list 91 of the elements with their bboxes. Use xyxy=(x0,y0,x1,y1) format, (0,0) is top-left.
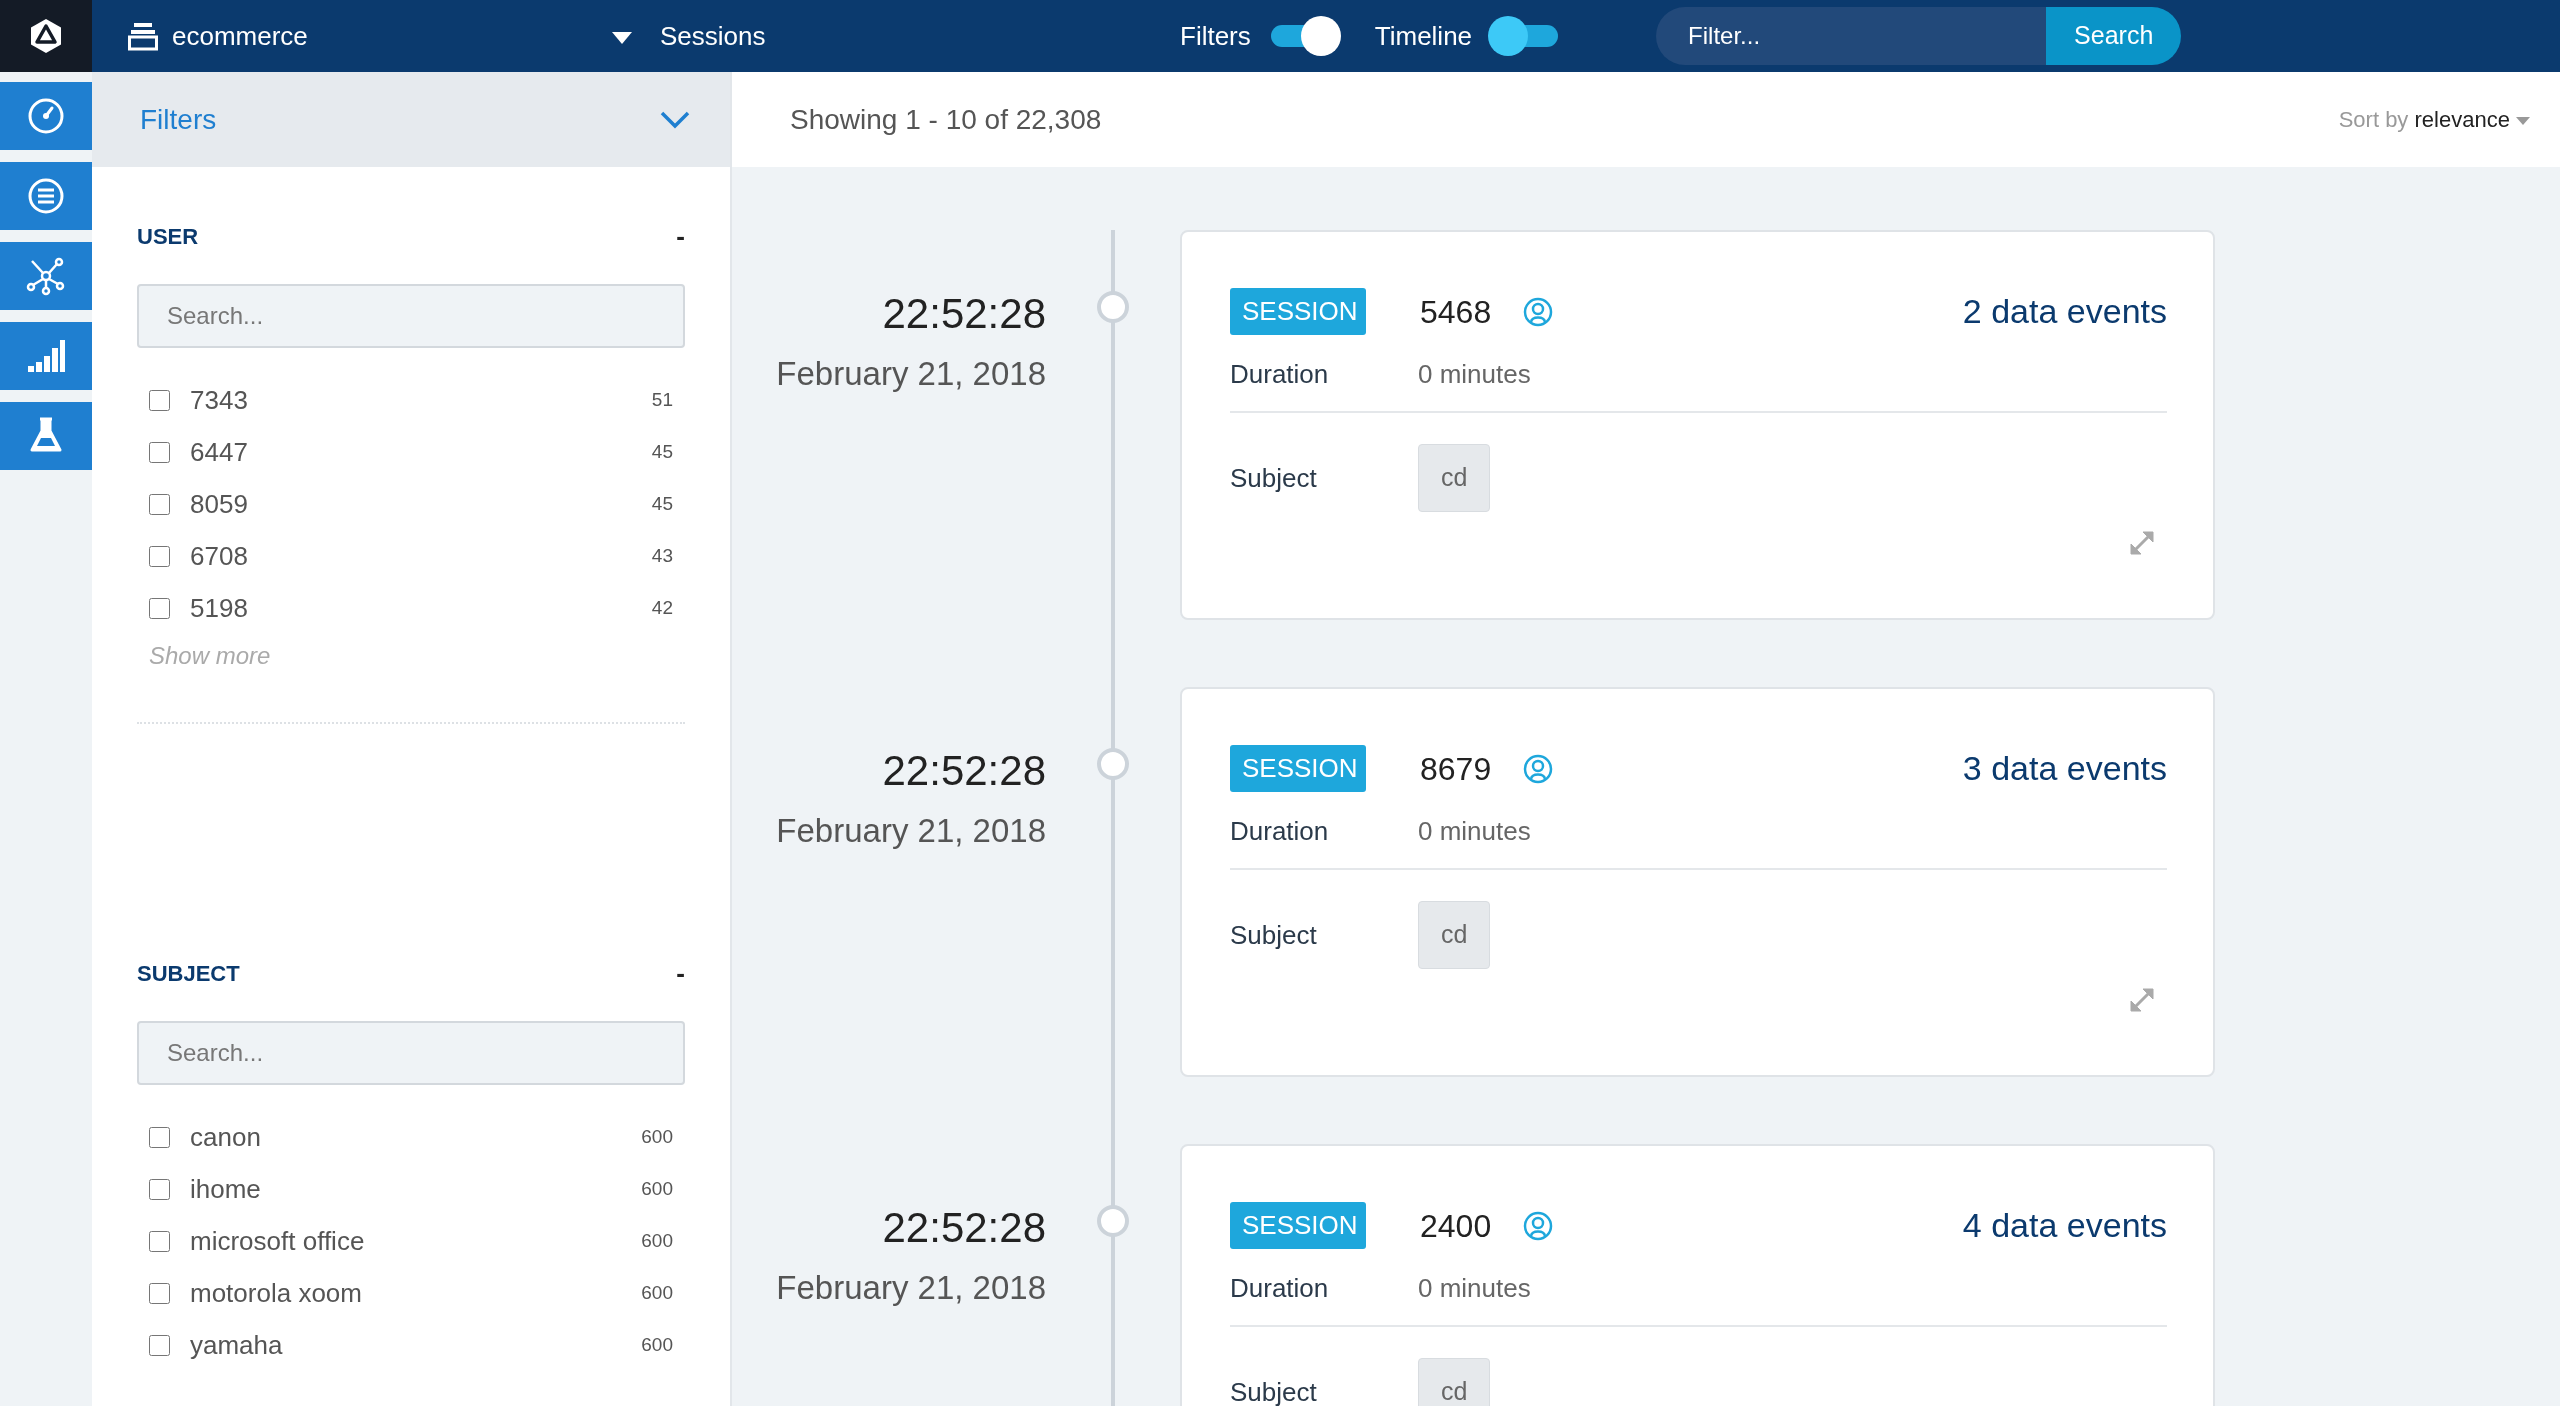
filter-label: 7343 xyxy=(190,383,248,417)
filter-label: ihome xyxy=(190,1172,261,1206)
subject-tag: cd xyxy=(1418,444,1491,512)
session-date: February 21, 2018 xyxy=(775,1268,1046,1308)
filter-label: 6708 xyxy=(190,539,248,573)
group-title: SUBJECT xyxy=(137,960,240,988)
user-icon[interactable] xyxy=(1523,296,1554,327)
user-icon[interactable] xyxy=(1523,1210,1554,1241)
checkbox[interactable] xyxy=(149,1230,170,1252)
filter-label: 5198 xyxy=(190,591,248,625)
filter-label: canon xyxy=(190,1120,261,1154)
collapse-toggle[interactable]: - xyxy=(676,954,685,993)
filter-count: 51 xyxy=(651,387,673,412)
rail-tab[interactable] xyxy=(0,82,92,150)
subject-tag: cd xyxy=(1418,1358,1491,1406)
checkbox[interactable] xyxy=(149,389,170,411)
rail-tab[interactable] xyxy=(0,242,92,310)
filters-title: Filters xyxy=(140,102,217,137)
sort-dropdown[interactable]: Sort by relevance xyxy=(2338,103,2530,136)
expand-icon[interactable] xyxy=(2127,528,2157,558)
session-time: 22:52:28 xyxy=(881,746,1046,796)
checkbox[interactable] xyxy=(149,597,170,619)
session-id: 8679 xyxy=(1420,749,1492,789)
filter-count: 600 xyxy=(641,1176,673,1201)
timeline-node xyxy=(1097,291,1129,323)
view-title: Sessions xyxy=(660,19,767,53)
session-tag: SESSION xyxy=(1230,745,1366,792)
subject-tag: cd xyxy=(1418,901,1491,969)
filter-count: 45 xyxy=(651,491,673,516)
data-events-link[interactable]: 3 data events xyxy=(1962,743,2167,794)
field-value: 0 minutes xyxy=(1418,814,1531,848)
checkbox[interactable] xyxy=(149,1282,170,1304)
rail-tab[interactable] xyxy=(0,322,92,390)
rail-tab[interactable] xyxy=(0,402,92,470)
network-icon xyxy=(26,256,66,296)
logo-icon[interactable] xyxy=(29,17,63,55)
expand-icon[interactable] xyxy=(2127,985,2157,1015)
toggle-label: Filters xyxy=(1180,19,1251,53)
filter-label: microsoft office xyxy=(190,1224,365,1258)
field-value: 0 minutes xyxy=(1418,357,1531,391)
field-label: Subject xyxy=(1230,918,1318,952)
field-label: Duration xyxy=(1230,814,1330,848)
filter-count: 45 xyxy=(651,439,673,464)
session-tag: SESSION xyxy=(1230,1202,1366,1249)
timeline-node xyxy=(1097,1205,1129,1237)
checkbox[interactable] xyxy=(149,1178,170,1200)
filter-label: 8059 xyxy=(190,487,248,521)
checkbox[interactable] xyxy=(149,1334,170,1356)
field-label: Subject xyxy=(1230,461,1318,495)
filter-label: 6447 xyxy=(190,435,248,469)
user-icon[interactable] xyxy=(1523,753,1554,784)
session-date: February 21, 2018 xyxy=(775,354,1046,394)
filter-count: 600 xyxy=(641,1332,673,1357)
checkbox[interactable] xyxy=(149,441,170,463)
data-events-link[interactable]: 4 data events xyxy=(1962,1200,2167,1251)
search-field[interactable]: Search... xyxy=(137,284,685,348)
session-time: 22:52:28 xyxy=(881,289,1046,339)
rail-tab[interactable] xyxy=(0,162,92,230)
session-id: 5468 xyxy=(1420,292,1492,332)
search-field[interactable]: Search... xyxy=(137,1021,685,1085)
filter-count: 42 xyxy=(651,595,673,620)
checkbox[interactable] xyxy=(149,493,170,515)
filter-count: 600 xyxy=(641,1228,673,1253)
list-icon xyxy=(26,176,66,216)
filter-count: 43 xyxy=(651,543,673,568)
checkbox[interactable] xyxy=(149,1126,170,1148)
session-date: February 21, 2018 xyxy=(775,811,1046,851)
session-id: 2400 xyxy=(1420,1206,1492,1246)
collapse-toggle[interactable]: - xyxy=(676,217,685,256)
checkbox[interactable] xyxy=(149,545,170,567)
field-label: Duration xyxy=(1230,1271,1330,1305)
filter-count: 600 xyxy=(641,1124,673,1149)
filter-count: 600 xyxy=(641,1280,673,1305)
field-value: 0 minutes xyxy=(1418,1271,1531,1305)
data-events-link[interactable]: 2 data events xyxy=(1962,286,2167,337)
dataset-name[interactable]: ecommerce xyxy=(172,16,308,56)
toggle-label: Timeline xyxy=(1374,19,1473,53)
caret-icon[interactable] xyxy=(612,31,632,44)
results-summary: Showing 1 - 10 of 22,308 xyxy=(790,102,1102,137)
filter-label: motorola xoom xyxy=(190,1276,362,1310)
field-label: Duration xyxy=(1230,357,1330,391)
filter-label: yamaha xyxy=(190,1328,283,1362)
timeline-node xyxy=(1097,748,1129,780)
chevron-down-icon[interactable] xyxy=(660,111,690,130)
group-title: USER xyxy=(137,223,199,251)
database-icon xyxy=(128,21,158,51)
gauge-icon xyxy=(26,96,66,136)
session-tag: SESSION xyxy=(1230,288,1366,335)
field-label: Subject xyxy=(1230,1375,1318,1406)
search-field[interactable]: Filter... xyxy=(1656,7,2047,65)
session-time: 22:52:28 xyxy=(881,1203,1046,1253)
